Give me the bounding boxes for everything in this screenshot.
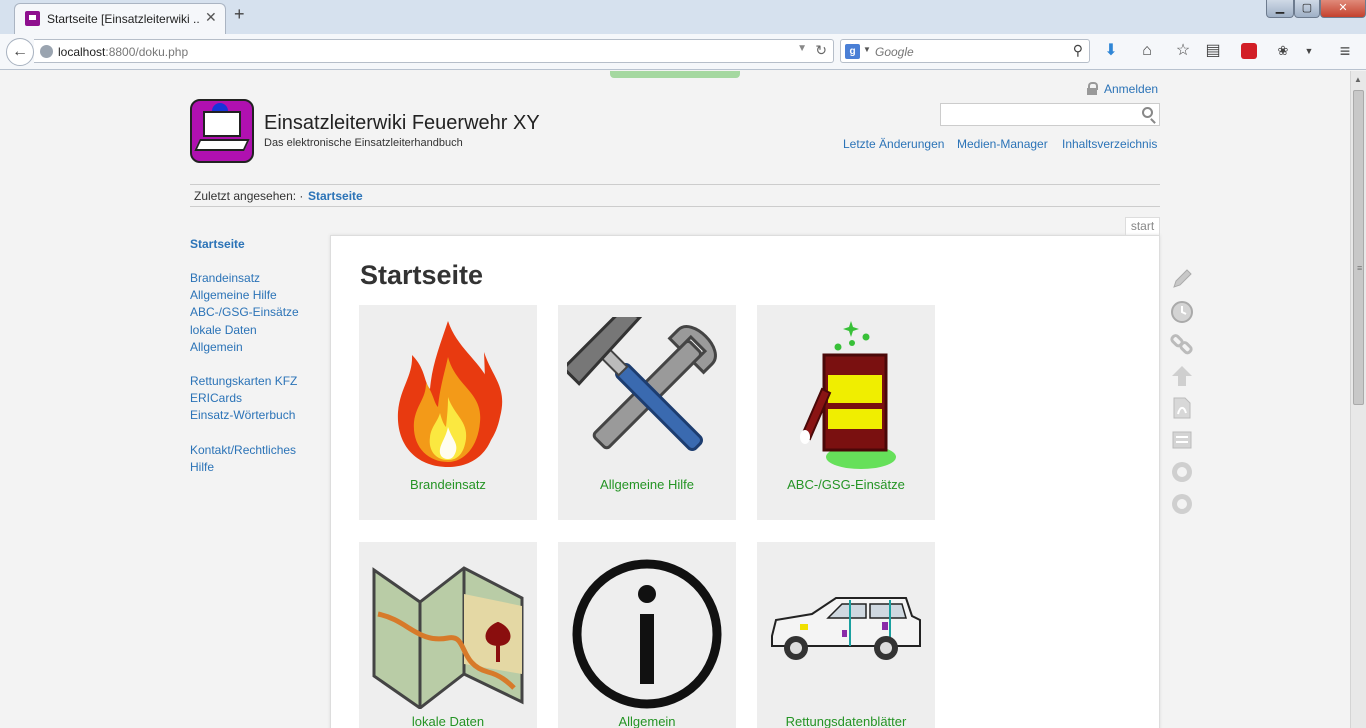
sidebar-item-abc-gsg[interactable]: ABC-/GSG-Einsätze bbox=[190, 305, 299, 319]
scrollbar-grip-icon: ≡ bbox=[1357, 263, 1363, 273]
circle-icon[interactable] bbox=[1170, 460, 1194, 484]
url-bar[interactable]: localhost:8800/doku.php ▼ ↻ bbox=[34, 39, 834, 63]
browser-tab-strip: Startseite [Einsatzleiterwiki ... ✕ + ▁ … bbox=[0, 0, 1366, 34]
page-id-tab: start bbox=[1125, 217, 1160, 235]
tile-allgemeine-hilfe[interactable]: Allgemeine Hilfe bbox=[558, 305, 736, 520]
back-button[interactable]: ← bbox=[6, 38, 34, 66]
tile-rettungsdatenblaetter[interactable]: Rettungsdatenblätter bbox=[757, 542, 935, 728]
tile-abc-gsg[interactable]: ABC-/GSG-Einsätze bbox=[757, 305, 935, 520]
globe-icon bbox=[40, 45, 53, 58]
wiki-search-input[interactable] bbox=[940, 103, 1160, 126]
maximize-button[interactable]: ▢ bbox=[1294, 0, 1320, 18]
back-to-top-icon[interactable] bbox=[1170, 364, 1194, 388]
url-text[interactable]: localhost:8800/doku.php bbox=[58, 45, 188, 59]
chevron-down-icon[interactable]: ▼ bbox=[1298, 40, 1320, 62]
search-engine-dropdown-icon[interactable]: ▼ bbox=[863, 45, 871, 54]
close-tab-icon[interactable]: ✕ bbox=[205, 9, 217, 26]
site-logo[interactable] bbox=[190, 99, 254, 163]
sidebar-item-allgemein[interactable]: Allgemein bbox=[190, 340, 243, 354]
sidebar-item-brandeinsatz[interactable]: Brandeinsatz bbox=[190, 271, 260, 285]
notification-tab bbox=[610, 71, 740, 78]
home-icon[interactable]: ⌂ bbox=[1136, 40, 1158, 62]
browser-navigation-bar: ← localhost:8800/doku.php ▼ ↻ g ▼ Google… bbox=[0, 34, 1366, 70]
minimize-button[interactable]: ▁ bbox=[1266, 0, 1294, 18]
revisions-icon[interactable] bbox=[1170, 300, 1194, 324]
main-content: Startseite Brandeinsatz Allgemeine Hilfe… bbox=[330, 235, 1160, 728]
tile-label: Brandeinsatz bbox=[410, 477, 486, 492]
sidebar-item-ericards[interactable]: ERICards bbox=[190, 391, 242, 405]
scroll-up-icon[interactable]: ▲ bbox=[1354, 75, 1362, 84]
tile-label: Allgemein bbox=[618, 714, 676, 728]
sidebar-item-hilfe[interactable]: Hilfe bbox=[190, 460, 214, 474]
new-tab-button[interactable]: + bbox=[234, 4, 245, 25]
fire-icon bbox=[397, 321, 503, 467]
sidebar-item-startseite[interactable]: Startseite bbox=[190, 237, 245, 251]
sitemap-link[interactable]: Inhaltsverzeichnis bbox=[1062, 137, 1157, 151]
hazard-barrel-icon bbox=[800, 321, 896, 469]
tile-lokale-daten[interactable]: lokale Daten bbox=[359, 542, 537, 728]
tile-brandeinsatz[interactable]: Brandeinsatz bbox=[359, 305, 537, 520]
circle-icon[interactable] bbox=[1170, 492, 1194, 516]
tile-label: lokale Daten bbox=[411, 714, 485, 728]
map-icon bbox=[372, 566, 524, 709]
login-link[interactable]: Anmelden bbox=[1104, 82, 1158, 96]
recent-changes-link[interactable]: Letzte Änderungen bbox=[843, 137, 944, 151]
site-title[interactable]: Einsatzleiterwiki Feuerwehr XY bbox=[264, 112, 540, 135]
search-icon[interactable] bbox=[1142, 107, 1153, 118]
breadcrumb-link[interactable]: Startseite bbox=[308, 189, 363, 203]
vertical-scrollbar[interactable]: ▲ ≡ bbox=[1350, 71, 1366, 728]
bookmarks-list-icon[interactable]: ▤ bbox=[1202, 40, 1224, 62]
odt-export-icon[interactable] bbox=[1170, 428, 1194, 452]
pdf-export-icon[interactable] bbox=[1170, 396, 1194, 420]
addon-bug-icon[interactable]: ❀ bbox=[1272, 40, 1294, 62]
car-icon bbox=[771, 597, 921, 660]
tab-title: Startseite [Einsatzleiterwiki ... bbox=[47, 12, 199, 26]
google-icon[interactable]: g bbox=[845, 44, 860, 59]
tile-label: Allgemeine Hilfe bbox=[600, 477, 694, 492]
sidebar-item-allgemeine-hilfe[interactable]: Allgemeine Hilfe bbox=[190, 288, 277, 302]
search-engine-placeholder: Google bbox=[875, 45, 914, 59]
browser-tab[interactable]: Startseite [Einsatzleiterwiki ... ✕ bbox=[14, 3, 226, 34]
bookmark-star-icon[interactable]: ☆ bbox=[1172, 40, 1194, 62]
site-tagline: Das elektronische Einsatzleiterhandbuch bbox=[264, 137, 463, 149]
search-icon[interactable]: ⚲ bbox=[1073, 42, 1083, 59]
wiki-page: Einsatzleiterwiki Feuerwehr XY Das elekt… bbox=[0, 71, 1350, 728]
url-history-dropdown-icon[interactable]: ▼ bbox=[797, 43, 807, 54]
tile-label: ABC-/GSG-Einsätze bbox=[787, 477, 905, 492]
lock-icon bbox=[1087, 82, 1098, 95]
breadcrumb: Zuletzt angesehen: · Startseite bbox=[190, 184, 1160, 207]
close-window-button[interactable]: ✕ bbox=[1320, 0, 1366, 18]
favicon-icon bbox=[25, 11, 40, 26]
reload-icon[interactable]: ↻ bbox=[815, 42, 827, 59]
sidebar-item-rettungskarten[interactable]: Rettungskarten KFZ bbox=[190, 374, 297, 388]
scrollbar-thumb[interactable]: ≡ bbox=[1353, 90, 1364, 405]
browser-search-bar[interactable]: g ▼ Google ⚲ bbox=[840, 39, 1090, 63]
edit-icon[interactable] bbox=[1170, 267, 1194, 291]
tools-icon bbox=[567, 317, 717, 451]
page-title: Startseite bbox=[360, 260, 484, 290]
sidebar-item-kontakt[interactable]: Kontakt/Rechtliches bbox=[190, 443, 296, 457]
url-host: localhost bbox=[58, 45, 106, 59]
tile-label: Rettungsdatenblätter bbox=[785, 714, 907, 728]
addon-icon[interactable] bbox=[1238, 40, 1260, 62]
laptop-screen-icon bbox=[203, 111, 241, 137]
sidebar-item-woerterbuch[interactable]: Einsatz-Wörterbuch bbox=[190, 408, 295, 422]
url-path: :8800/doku.php bbox=[105, 45, 189, 59]
sidebar-item-lokale-daten[interactable]: lokale Daten bbox=[190, 323, 257, 337]
media-manager-link[interactable]: Medien-Manager bbox=[957, 137, 1048, 151]
info-icon bbox=[572, 559, 722, 709]
tile-allgemein[interactable]: Allgemein bbox=[558, 542, 736, 728]
hamburger-menu-icon[interactable]: ≡ bbox=[1334, 40, 1356, 62]
breadcrumb-label: Zuletzt angesehen: · bbox=[194, 189, 304, 203]
laptop-base-icon bbox=[194, 139, 250, 151]
backlinks-icon[interactable] bbox=[1170, 332, 1194, 356]
download-icon[interactable]: ⬇ bbox=[1100, 40, 1122, 62]
